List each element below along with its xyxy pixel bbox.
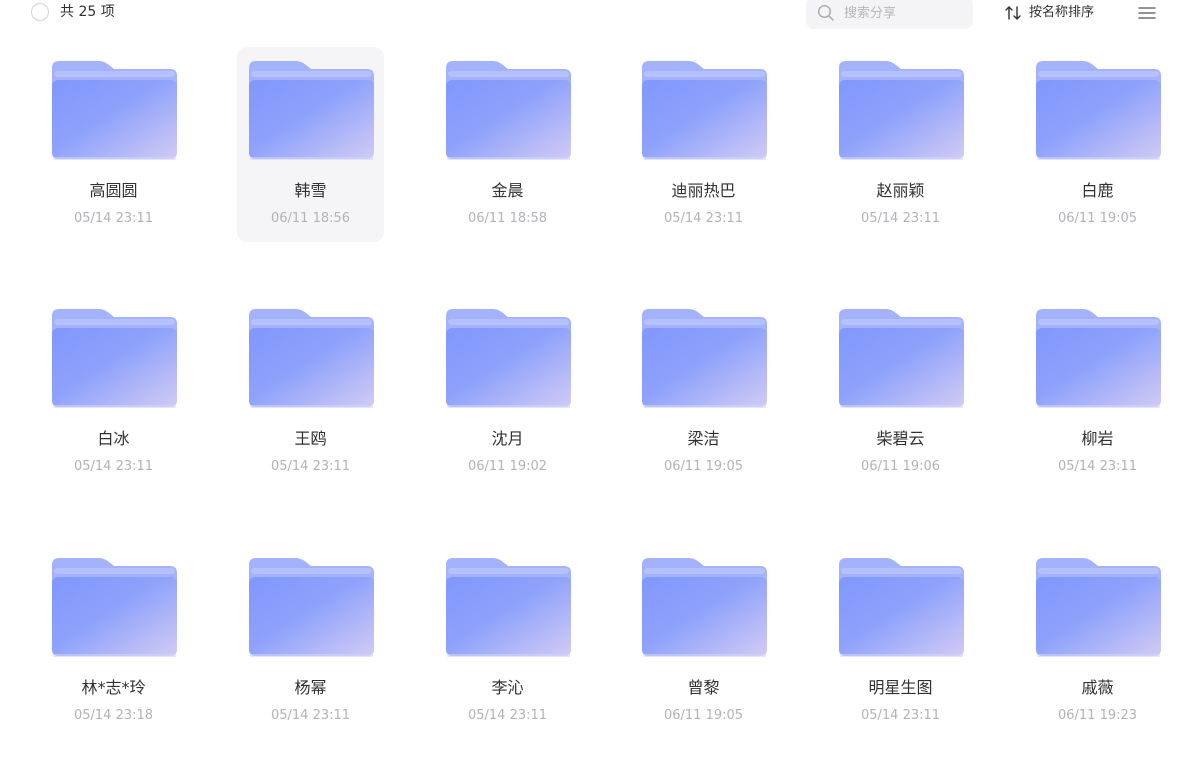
folder-name: 金晨 [491, 181, 524, 200]
folder-name: 杨幂 [294, 678, 327, 697]
folder-date: 05/14 23:11 [860, 708, 941, 723]
folder-icon [1036, 309, 1161, 408]
folder-item[interactable]: 李沁 05/14 23:11 [434, 544, 581, 739]
folder-icon [839, 61, 964, 160]
folder-icon [1036, 558, 1161, 657]
folder-item[interactable]: 杨幂 05/14 23:11 [237, 544, 384, 739]
folder-item[interactable]: 林*志*玲 05/14 23:18 [40, 544, 187, 739]
folder-icon [249, 309, 374, 408]
folder-name: 李沁 [491, 678, 524, 697]
folder-date: 06/11 18:58 [467, 211, 548, 226]
folder-date: 06/11 19:23 [1057, 708, 1138, 723]
folder-date: 06/11 19:06 [860, 459, 941, 474]
folder-name: 高圆圆 [89, 181, 138, 200]
folder-icon [839, 558, 964, 657]
folder-item[interactable]: 曾黎 06/11 19:05 [630, 544, 777, 739]
folder-icon [446, 61, 571, 160]
folder-name: 沈月 [491, 429, 524, 448]
folder-item[interactable]: 金晨 06/11 18:58 [434, 47, 581, 242]
folder-item[interactable]: 戚薇 06/11 19:23 [1024, 544, 1171, 739]
folder-date: 06/11 19:05 [1057, 211, 1138, 226]
folder-date: 05/14 23:11 [467, 708, 548, 723]
folder-item[interactable]: 柴碧云 06/11 19:06 [827, 295, 974, 490]
folder-name: 赵丽颖 [876, 181, 925, 200]
folder-item[interactable]: 高圆圆 05/14 23:11 [40, 47, 187, 242]
folder-name: 林*志*玲 [81, 678, 146, 697]
folder-item[interactable]: 王鸥 05/14 23:11 [237, 295, 384, 490]
folder-date: 05/14 23:11 [663, 211, 744, 226]
folder-date: 06/11 19:02 [467, 459, 548, 474]
folder-name: 迪丽热巴 [671, 181, 736, 200]
folder-name: 白鹿 [1081, 181, 1114, 200]
folder-name: 王鸥 [294, 429, 327, 448]
folder-date: 06/11 18:56 [270, 211, 351, 226]
folder-icon [446, 558, 571, 657]
folder-date: 05/14 23:11 [270, 708, 351, 723]
folder-grid: 高圆圆 05/14 23:11 韩雪 06/11 18:56 金晨 06/11 18:58… [0, 0, 1180, 767]
folder-name: 曾黎 [687, 678, 720, 697]
folder-name: 韩雪 [294, 181, 327, 200]
folder-icon [839, 309, 964, 408]
folder-date: 05/14 23:11 [1057, 459, 1138, 474]
folder-item[interactable]: 白冰 05/14 23:11 [40, 295, 187, 490]
folder-icon [52, 309, 177, 408]
folder-date: 05/14 23:11 [860, 211, 941, 226]
folder-date: 05/14 23:11 [73, 211, 154, 226]
folder-icon [642, 61, 767, 160]
folder-item[interactable]: 柳岩 05/14 23:11 [1024, 295, 1171, 490]
folder-icon [249, 61, 374, 160]
folder-name: 明星生图 [868, 678, 933, 697]
folder-item[interactable]: 沈月 06/11 19:02 [434, 295, 581, 490]
folder-name: 柳岩 [1081, 429, 1114, 448]
folder-item[interactable]: 梁洁 06/11 19:05 [630, 295, 777, 490]
folder-date: 05/14 23:18 [73, 708, 154, 723]
folder-icon [52, 61, 177, 160]
folder-icon [52, 558, 177, 657]
folder-date: 06/11 19:05 [663, 708, 744, 723]
folder-item[interactable]: 明星生图 05/14 23:11 [827, 544, 974, 739]
folder-icon [446, 309, 571, 408]
folder-item[interactable]: 赵丽颖 05/14 23:11 [827, 47, 974, 242]
folder-icon [249, 558, 374, 657]
folder-date: 05/14 23:11 [73, 459, 154, 474]
folder-name: 戚薇 [1081, 678, 1114, 697]
folder-item[interactable]: 韩雪 06/11 18:56 [237, 47, 384, 242]
folder-name: 柴碧云 [876, 429, 925, 448]
folder-date: 05/14 23:11 [270, 459, 351, 474]
folder-icon [1036, 61, 1161, 160]
folder-name: 梁洁 [687, 429, 720, 448]
folder-icon [642, 558, 767, 657]
folder-item[interactable]: 白鹿 06/11 19:05 [1024, 47, 1171, 242]
folder-item[interactable]: 迪丽热巴 05/14 23:11 [630, 47, 777, 242]
folder-name: 白冰 [97, 429, 130, 448]
folder-date: 06/11 19:05 [663, 459, 744, 474]
folder-icon [642, 309, 767, 408]
